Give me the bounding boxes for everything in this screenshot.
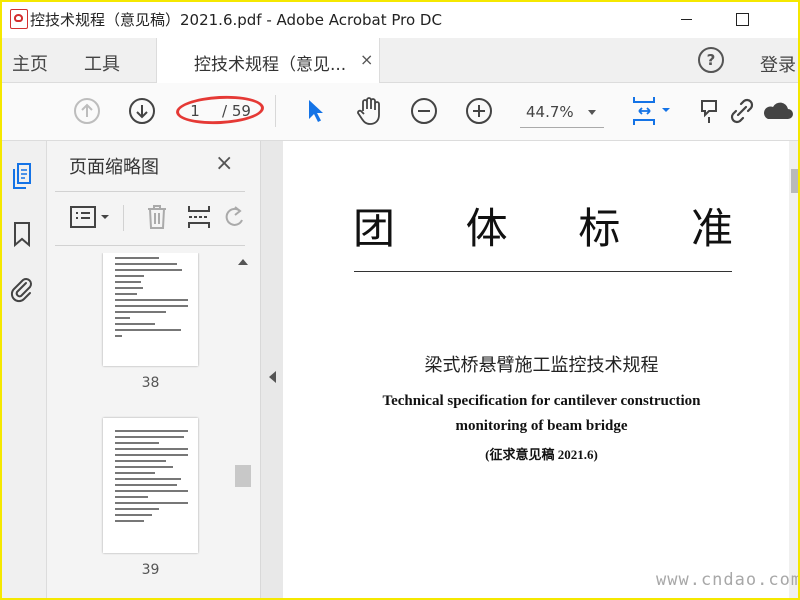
document-heading: 团 体 标 准: [353, 195, 733, 256]
comment-icon: [701, 100, 717, 123]
panel-title: 页面缩略图: [69, 157, 159, 178]
navigation-rail: [0, 141, 47, 600]
panel-tool-separator: [123, 205, 124, 231]
window-title: 控技术规程（意见稿）2021.6.pdf - Adobe Acrobat Pro…: [30, 11, 442, 29]
close-panel-button[interactable]: ×: [215, 151, 233, 176]
document-page: 团 体 标 准 梁式桥悬臂施工监控技术规程 Technical specific…: [283, 141, 791, 600]
maximize-icon: [735, 12, 749, 26]
main-toolbar: 1 / 59 44.7%: [0, 83, 800, 141]
draft-note: (征求意见稿 2021.6): [485, 447, 598, 462]
heading-char: 体: [465, 204, 508, 253]
document-view[interactable]: 团 体 标 准 梁式桥悬臂施工监控技术规程 Technical specific…: [283, 141, 800, 600]
scroll-up-icon[interactable]: [238, 259, 248, 265]
thumbnail-options-button[interactable]: [69, 202, 113, 232]
cloud-share-button[interactable]: [762, 95, 796, 127]
link-icon: [730, 98, 754, 124]
pointer-arrow-icon: [309, 100, 323, 122]
document-scrollbar-thumb[interactable]: [791, 169, 798, 193]
thumbnail-list: 38 39: [47, 253, 235, 600]
select-tool-button[interactable]: [300, 96, 330, 126]
thumbnail-scrollbar[interactable]: [233, 251, 253, 600]
collapse-panel-icon[interactable]: [269, 371, 276, 383]
page-thumbnails-panel: 页面缩略图 × 38 39: [47, 141, 260, 600]
hand-tool-button[interactable]: [353, 94, 385, 128]
tab-home[interactable]: 主页: [12, 50, 48, 76]
page-display-button[interactable]: [630, 94, 674, 128]
toolbar-separator: [275, 95, 276, 127]
minimize-icon: [680, 18, 692, 20]
watermark-text: www.cndao.com: [656, 570, 800, 590]
insert-page-icon: [188, 206, 210, 228]
page-thumbnail[interactable]: [103, 418, 198, 553]
acrobat-app-icon: [10, 9, 28, 29]
thumbnail-page-number: 39: [141, 562, 160, 578]
options-menu-icon: [70, 206, 109, 228]
panel-divider: [55, 191, 245, 192]
comment-tool-button[interactable]: [696, 96, 720, 126]
page-thumbnails-rail-button[interactable]: [8, 161, 36, 191]
chinese-title: 梁式桥悬臂施工监控技术规程: [424, 355, 659, 376]
zoom-level-value: 44.7%: [526, 103, 574, 121]
tab-bar: 主页 工具 控技术规程（意见... × ? 登录: [0, 38, 800, 83]
arrow-down-circle-icon: [129, 98, 155, 124]
paperclip-icon: [10, 278, 32, 303]
next-page-button[interactable]: [127, 96, 157, 126]
document-scrollbar[interactable]: [789, 141, 800, 600]
zoom-in-button[interactable]: [464, 96, 494, 126]
thumbnail-text-lines: [115, 430, 188, 526]
tab-tools[interactable]: 工具: [84, 50, 120, 76]
document-tab-label: 控技术规程（意见...: [194, 55, 347, 75]
close-tab-button[interactable]: ×: [360, 50, 373, 69]
page-fit-icon: [633, 97, 670, 125]
english-title-line-2: monitoring of beam bridge: [455, 418, 628, 434]
english-title-line-1: Technical specification for cantilever c…: [382, 393, 701, 409]
login-link[interactable]: 登录: [760, 51, 796, 77]
maximize-button[interactable]: [722, 6, 762, 32]
title-bar: 控技术规程（意见稿）2021.6.pdf - Adobe Acrobat Pro…: [0, 0, 800, 38]
rotate-icon: [225, 206, 243, 226]
insert-page-button[interactable]: [185, 202, 213, 232]
zoom-out-button[interactable]: [409, 96, 439, 126]
page-thumbnail[interactable]: [103, 253, 198, 366]
arrow-up-circle-icon: [74, 98, 100, 124]
trash-icon: [148, 205, 166, 229]
rotate-page-button[interactable]: [223, 202, 247, 232]
panel-splitter[interactable]: [260, 141, 283, 600]
minimize-button[interactable]: [666, 6, 706, 32]
zoom-level-dropdown[interactable]: 44.7%: [520, 97, 604, 128]
page-thumbnails-icon: [13, 163, 31, 189]
delete-page-button[interactable]: [143, 202, 171, 232]
help-icon[interactable]: ?: [698, 47, 724, 73]
thumbnail-page-number: 38: [141, 375, 160, 391]
heading-rule: [354, 271, 732, 272]
plus-circle-icon: [466, 98, 492, 124]
bookmark-icon: [14, 222, 30, 248]
red-ellipse-annotation: [175, 93, 265, 127]
cloud-user-icon: [764, 102, 793, 119]
tab-document[interactable]: 控技术规程（意见... ×: [156, 38, 380, 83]
chevron-down-icon: [588, 110, 596, 115]
attachments-rail-button[interactable]: [8, 275, 36, 305]
heading-char: 准: [690, 204, 733, 253]
thumbnail-text-lines: [115, 257, 188, 341]
share-link-button[interactable]: [726, 95, 762, 127]
minus-circle-icon: [411, 98, 437, 124]
heading-char: 团: [353, 204, 396, 253]
panel-divider-bottom: [55, 245, 245, 246]
hand-icon: [357, 97, 380, 125]
heading-char: 标: [578, 204, 621, 253]
previous-page-button[interactable]: [72, 96, 102, 126]
bookmarks-rail-button[interactable]: [8, 219, 36, 249]
scrollbar-thumb[interactable]: [235, 465, 251, 487]
